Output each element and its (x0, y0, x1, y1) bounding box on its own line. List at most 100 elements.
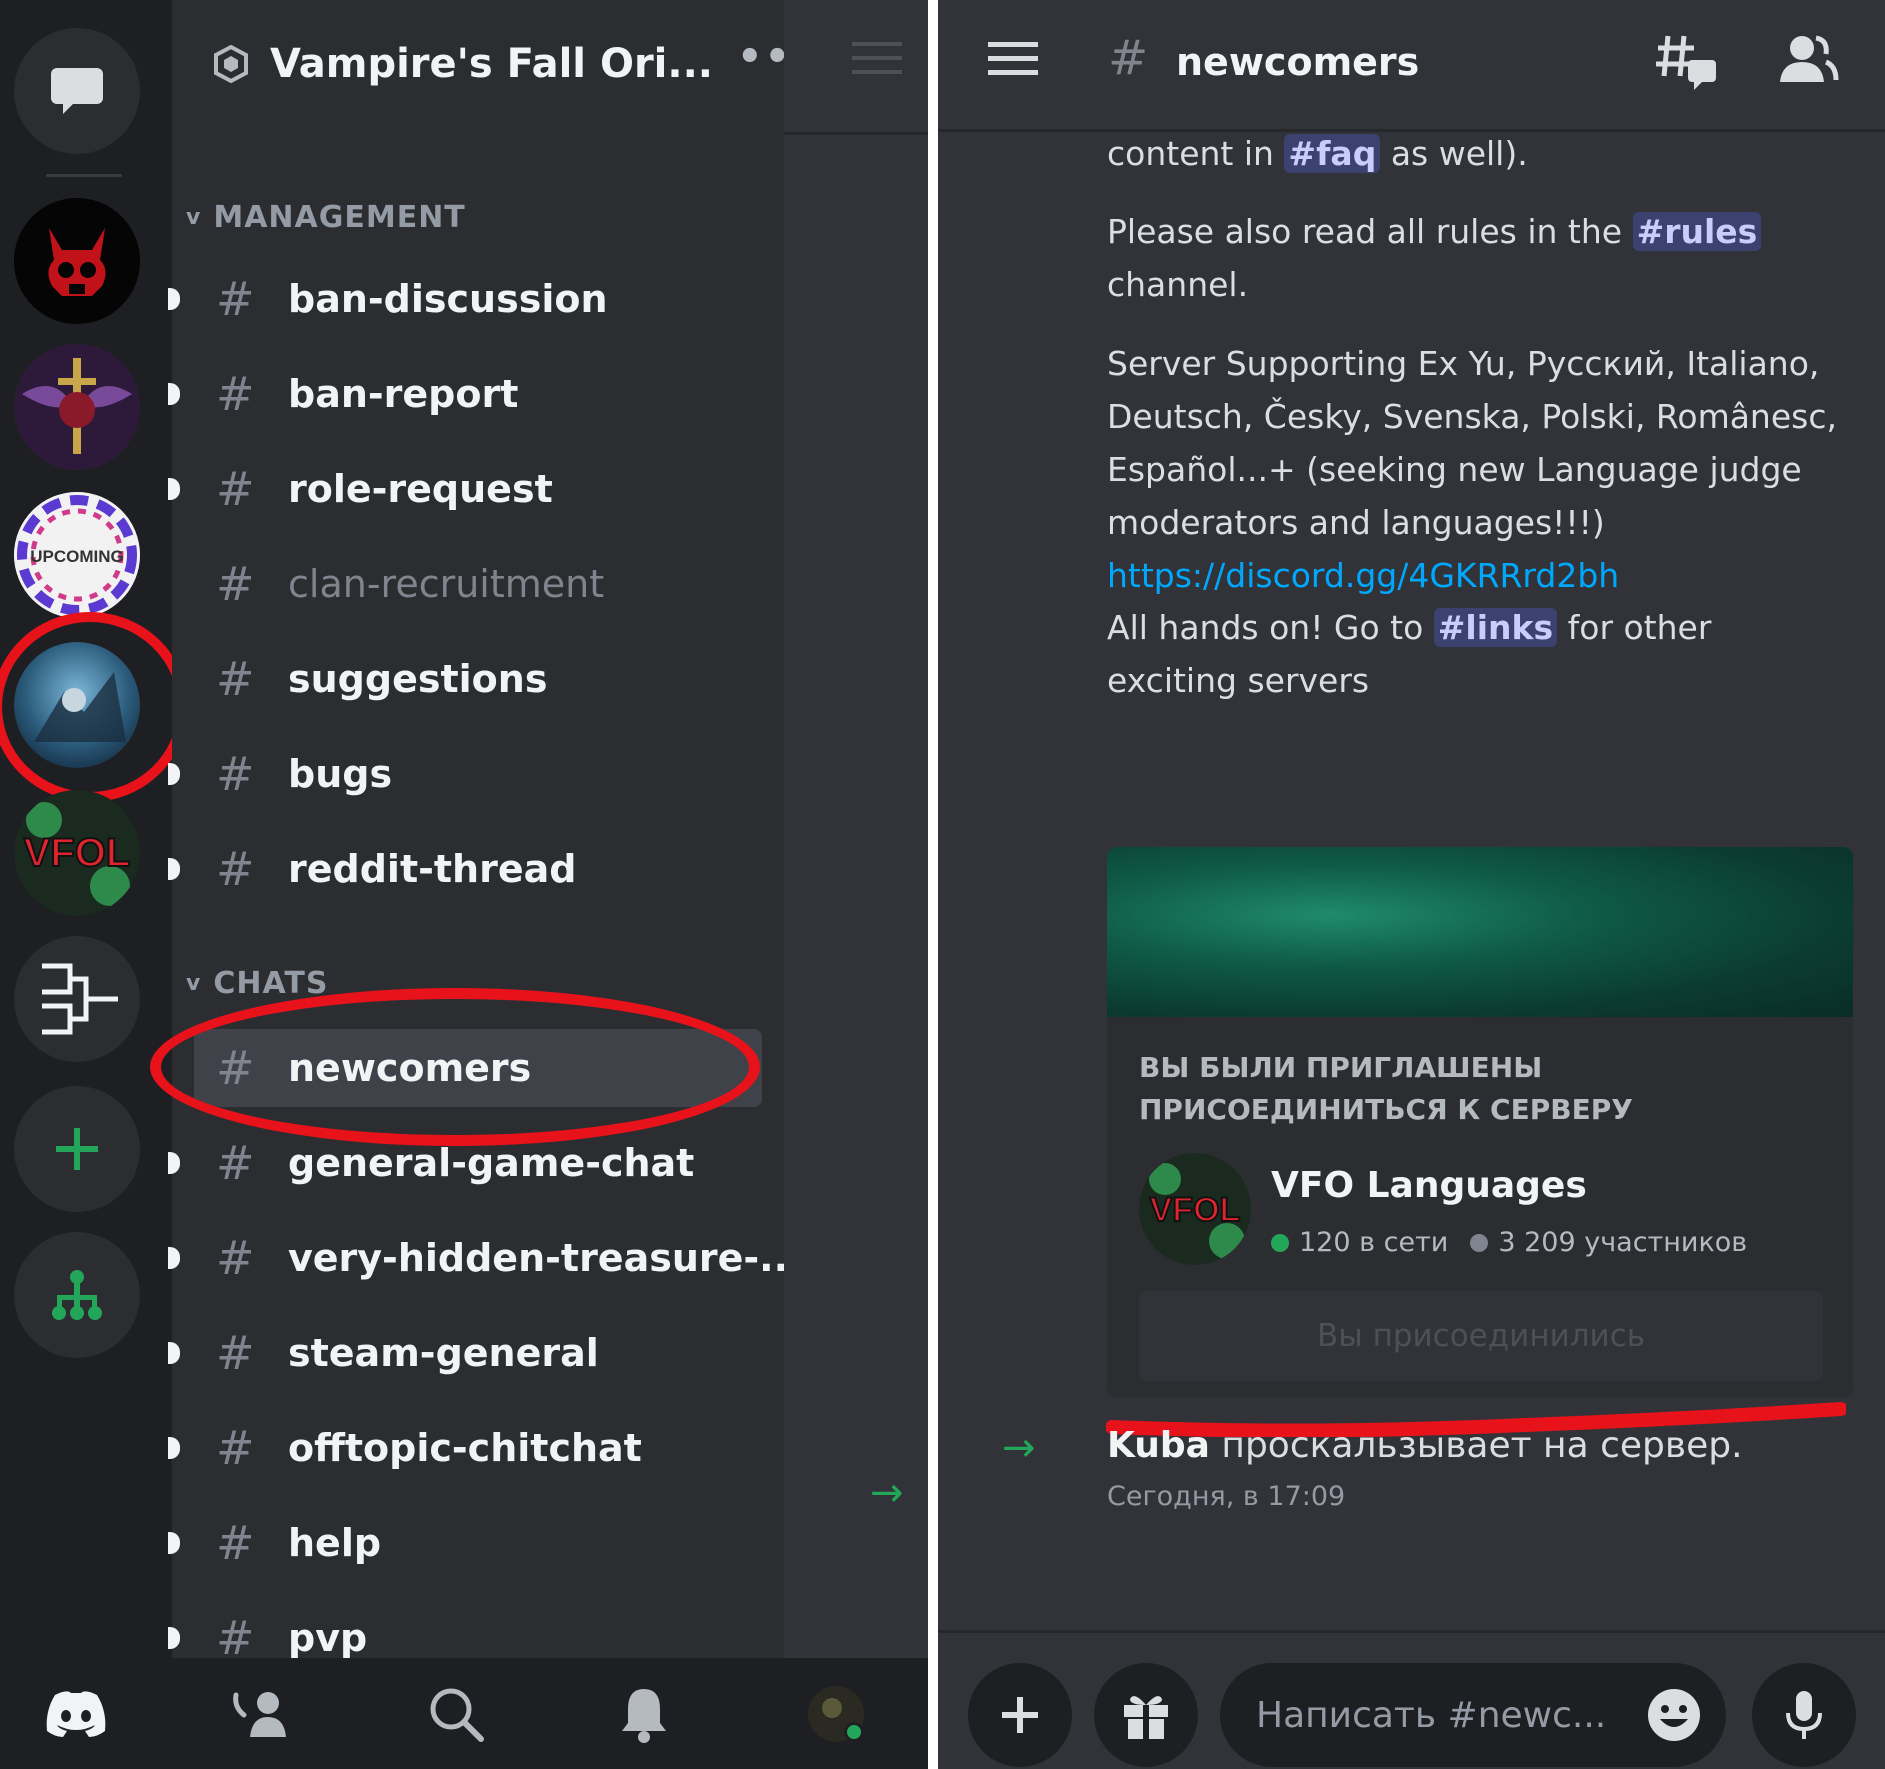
profile-button[interactable] (800, 1678, 872, 1750)
channel-newcomers[interactable]: # newcomers (194, 1029, 762, 1107)
server-vfol[interactable]: VFOL (14, 790, 140, 916)
hamburger-menu-icon[interactable] (988, 40, 1038, 76)
bell-icon (622, 1689, 666, 1743)
chat-panel: # newcomers content in #faq as well). Pl… (938, 0, 1885, 1769)
channel-ban-discussion[interactable]: # ban-discussion (168, 260, 762, 338)
threads-icon[interactable] (1654, 30, 1718, 94)
hash-icon: # (216, 367, 255, 421)
unread-indicator (168, 1627, 180, 1649)
unread-indicator (168, 1532, 180, 1554)
text: Please also read all rules in the (1107, 212, 1633, 251)
server-vampires-fall[interactable] (14, 642, 140, 768)
channel-mention-links[interactable]: #links (1433, 608, 1558, 647)
members-icon[interactable] (1776, 30, 1840, 90)
join-arrow-icon: → (870, 1470, 904, 1516)
server-header[interactable]: Vampire's Fall Ori... ••• (172, 22, 818, 106)
hamburger-menu-icon (852, 42, 902, 74)
unread-indicator (168, 288, 180, 310)
join-text: Kuba проскальзывает на сервер. (1107, 1425, 1743, 1466)
emoji-icon[interactable] (1646, 1687, 1702, 1743)
channel-reddit-thread[interactable]: # reddit-thread (168, 830, 762, 908)
channel-label: very-hidden-treasure-... (288, 1236, 803, 1280)
hash-icon: # (216, 462, 255, 516)
category-management[interactable]: v MANAGEMENT (186, 200, 466, 235)
channel-label: reddit-thread (288, 847, 577, 891)
server-red-skull[interactable] (14, 198, 140, 324)
message-paragraph: All hands on! Go to #links for other exc… (1107, 601, 1847, 707)
hash-icon: # (216, 1231, 255, 1285)
friends-button[interactable] (226, 1678, 298, 1750)
hash-icon: # (1108, 30, 1149, 86)
search-button[interactable] (420, 1678, 492, 1750)
text: as well). (1380, 134, 1528, 173)
vampires-fall-server-icon (14, 642, 140, 768)
channel-label: help (288, 1521, 382, 1565)
microphone-icon (1786, 1691, 1822, 1739)
channel-label: pvp (288, 1616, 368, 1660)
invite-banner (1107, 847, 1853, 1017)
server-rail: UPCOMING VFOL (0, 0, 188, 1658)
screenshot-divider (928, 0, 938, 1769)
message-placeholder: Написать #newc... (1256, 1694, 1607, 1736)
channel-mention-rules[interactable]: #rules (1632, 212, 1762, 251)
notifications-button[interactable] (608, 1678, 680, 1750)
search-icon (430, 1688, 484, 1742)
channel-label: role-request (288, 467, 553, 511)
join-description: проскальзывает на сервер. (1209, 1425, 1743, 1466)
hash-icon: # (216, 1326, 255, 1380)
svg-text:UPCOMING: UPCOMING (30, 547, 124, 566)
member-count: 3 209 участников (1498, 1227, 1748, 1258)
members-dot-icon (1470, 1233, 1489, 1252)
add-server-button[interactable] (14, 1086, 140, 1212)
channel-very-hidden-treasure-[interactable]: # very-hidden-treasure-... (168, 1219, 802, 1297)
discord-home-button[interactable] (40, 1678, 112, 1750)
bottom-navigation (0, 1658, 928, 1769)
channel-mention-faq[interactable]: #faq (1284, 134, 1381, 173)
unread-indicator (168, 1152, 180, 1174)
attach-button[interactable] (968, 1663, 1072, 1767)
channel-offtopic-chitchat[interactable]: # offtopic-chitchat (168, 1409, 762, 1487)
svg-text:VFOL: VFOL (24, 831, 131, 875)
channel-role-request[interactable]: # role-request (168, 450, 762, 528)
channel-ban-report[interactable]: # ban-report (168, 355, 762, 433)
server-brackets[interactable] (14, 936, 140, 1062)
explore-servers-button[interactable] (14, 1232, 140, 1358)
username[interactable]: Kuba (1107, 1425, 1210, 1466)
channel-general-game-chat[interactable]: # general-game-chat (168, 1124, 762, 1202)
user-avatar-icon (808, 1686, 864, 1742)
system-join-message: → Kuba проскальзывает на сервер. Сегодня… (938, 1425, 1885, 1565)
category-chats[interactable]: v CHATS (186, 966, 328, 1001)
channel-bugs[interactable]: # bugs (168, 735, 762, 813)
message-input[interactable]: Написать #newc... (1220, 1663, 1726, 1767)
server-and-channel-panel: UPCOMING VFOL Vampire's Fall Ori... ••• (0, 0, 928, 1769)
server-name[interactable]: Vampire's Fall Ori... (270, 41, 713, 87)
category-label: MANAGEMENT (213, 200, 466, 235)
channel-suggestions[interactable]: # suggestions (172, 640, 762, 718)
hash-icon: # (216, 1136, 255, 1190)
channel-label: suggestions (288, 657, 548, 701)
plus-icon (56, 1128, 98, 1170)
message-paragraph: Server Supporting Ex Yu, Русский, Italia… (1107, 337, 1847, 602)
category-label: CHATS (213, 966, 329, 1001)
channel-list: Vampire's Fall Ori... ••• v MANAGEMENT #… (168, 0, 818, 1665)
channel-clan-recruitment[interactable]: # clan-recruitment (172, 545, 762, 623)
chevron-down-icon: v (186, 205, 202, 230)
invite-stats: 120 в сети 3 209 участников (1271, 1227, 1747, 1258)
text: channel. (1107, 265, 1249, 304)
timestamp: Сегодня, в 17:09 (1107, 1481, 1346, 1512)
unread-indicator (168, 478, 180, 500)
plus-icon (1002, 1697, 1038, 1733)
voice-message-button[interactable] (1752, 1663, 1856, 1767)
invite-link[interactable]: https://discord.gg/4GKRRrd2bh (1107, 556, 1619, 595)
channel-help[interactable]: # help (168, 1504, 762, 1582)
joined-button[interactable]: Вы присоединились (1139, 1291, 1823, 1381)
dm-button[interactable] (14, 28, 140, 154)
unread-indicator (168, 763, 180, 785)
server-upcoming-events[interactable]: UPCOMING (14, 492, 140, 618)
channel-steam-general[interactable]: # steam-general (168, 1314, 762, 1392)
rail-separator (46, 174, 122, 177)
server-winged-sword[interactable] (14, 344, 140, 470)
text: Server Supporting Ex Yu, Русский, Italia… (1107, 344, 1837, 542)
gift-button[interactable] (1094, 1663, 1198, 1767)
friends-wave-icon (233, 1692, 286, 1737)
